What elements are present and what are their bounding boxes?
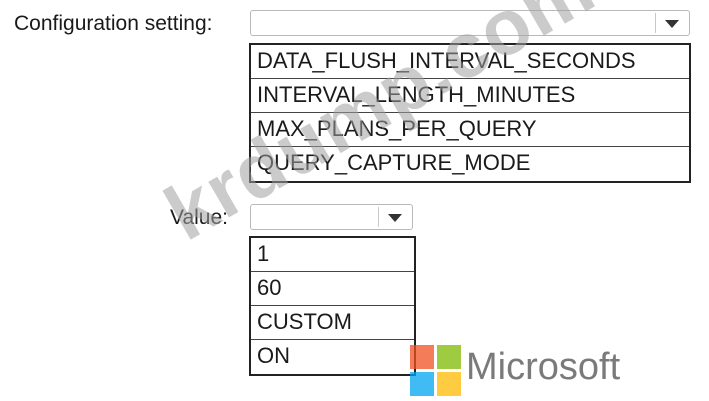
config-option-query-capture-mode[interactable]: QUERY_CAPTURE_MODE <box>251 147 689 181</box>
value-option-custom[interactable]: CUSTOM <box>251 306 414 340</box>
value-options-list: 1 60 CUSTOM ON <box>249 236 416 376</box>
chevron-down-icon <box>388 214 402 222</box>
microsoft-wordmark: Microsoft <box>466 346 621 388</box>
value-option-1[interactable]: 1 <box>251 238 414 272</box>
chevron-down-icon <box>665 20 679 28</box>
value-option-60[interactable]: 60 <box>251 272 414 306</box>
config-option-interval-length-minutes[interactable]: INTERVAL_LENGTH_MINUTES <box>251 79 689 113</box>
config-options-list: DATA_FLUSH_INTERVAL_SECONDS INTERVAL_LEN… <box>249 43 691 183</box>
config-label: Configuration setting: <box>14 12 213 35</box>
config-dropdown-button[interactable] <box>655 13 686 33</box>
config-option-data-flush-interval-seconds[interactable]: DATA_FLUSH_INTERVAL_SECONDS <box>251 45 689 79</box>
config-option-max-plans-per-query[interactable]: MAX_PLANS_PER_QUERY <box>251 113 689 147</box>
value-option-on[interactable]: ON <box>251 340 414 374</box>
value-dropdown[interactable] <box>250 204 413 230</box>
microsoft-logo-icon <box>410 345 462 397</box>
value-label: Value: <box>170 206 228 229</box>
config-dropdown[interactable] <box>250 10 690 36</box>
value-dropdown-button[interactable] <box>378 207 409 227</box>
